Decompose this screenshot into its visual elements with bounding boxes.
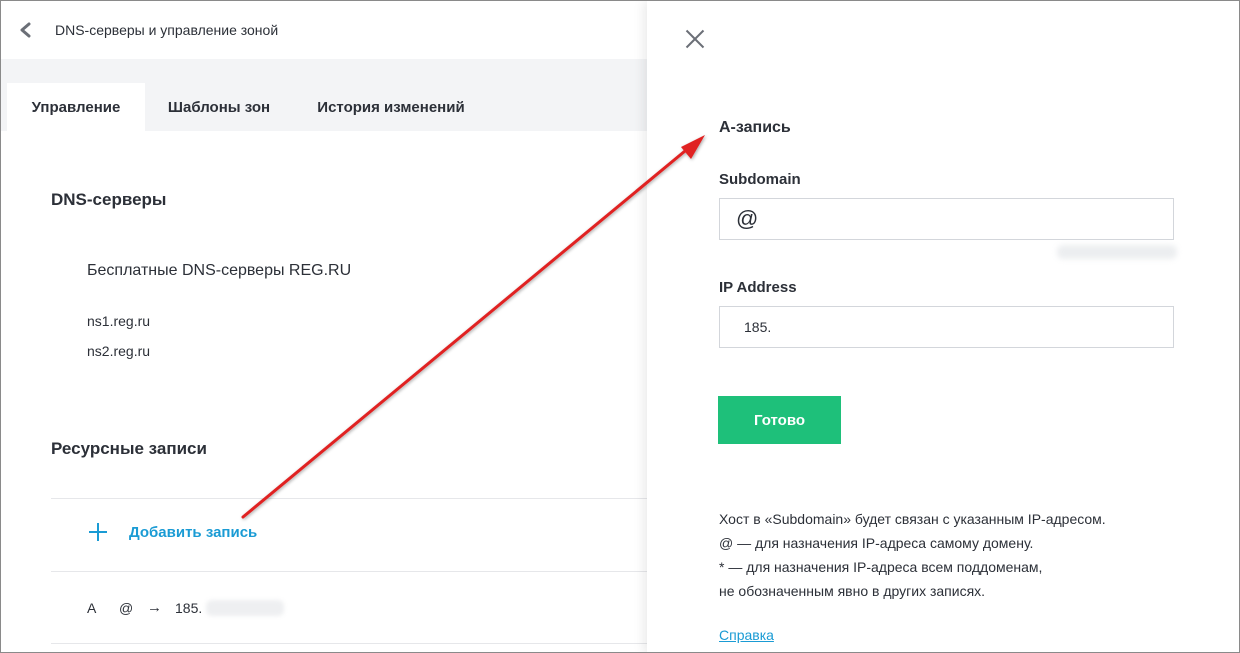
- dns-servers-heading: DNS-серверы: [51, 190, 167, 209]
- nameserver-2: ns2.reg.ru: [87, 343, 151, 359]
- zone-management-page: DNS-серверы и управление зоной Управлени…: [1, 1, 647, 652]
- resource-records-heading: Ресурсные записи: [51, 439, 207, 458]
- panel-title: А-запись: [719, 119, 791, 136]
- tab-change-history[interactable]: История изменений: [301, 83, 481, 131]
- tab-bar: Управление Шаблоны зон История изменений: [1, 59, 647, 131]
- divider: [51, 643, 647, 644]
- close-icon[interactable]: [685, 29, 705, 49]
- nameserver-1: ns1.reg.ru: [87, 313, 151, 329]
- help-link[interactable]: Справка: [719, 627, 774, 643]
- tab-zone-templates[interactable]: Шаблоны зон: [149, 83, 289, 131]
- redacted-hint: [1057, 245, 1177, 259]
- divider: [51, 498, 647, 499]
- record-row[interactable]: A @ → 185.: [87, 599, 285, 616]
- subdomain-label: Subdomain: [719, 171, 801, 188]
- help-line: * — для назначения IP-адреса всем поддом…: [719, 559, 1043, 575]
- page-title: DNS-серверы и управление зоной: [55, 22, 279, 38]
- chevron-left-icon[interactable]: [17, 21, 35, 39]
- add-record-label: Добавить запись: [129, 523, 258, 541]
- divider: [51, 571, 647, 572]
- dns-provider-name: Бесплатные DNS-серверы REG.RU: [87, 262, 352, 279]
- ip-address-input[interactable]: [719, 306, 1174, 348]
- done-button[interactable]: Готово: [718, 396, 841, 444]
- tab-management[interactable]: Управление: [7, 83, 145, 131]
- top-bar: DNS-серверы и управление зоной: [1, 1, 647, 59]
- subdomain-input[interactable]: [719, 198, 1174, 240]
- redacted-ip: [206, 599, 285, 616]
- help-line: не обозначенным явно в других записях.: [719, 583, 986, 599]
- help-line: @ — для назначения IP-адреса самому доме…: [719, 535, 1034, 551]
- record-arrow: →: [147, 599, 162, 616]
- help-text: Хост в «Subdomain» будет связан с указан…: [719, 507, 1106, 603]
- record-type: A: [87, 599, 97, 616]
- plus-icon: [87, 521, 109, 543]
- ip-address-label: IP Address: [719, 279, 797, 296]
- add-record-button[interactable]: Добавить запись: [87, 521, 257, 543]
- record-value: 185.: [175, 599, 203, 616]
- help-line: Хост в «Subdomain» будет связан с указан…: [719, 511, 1106, 527]
- record-host: @: [119, 599, 134, 616]
- a-record-panel: А-запись Subdomain IP Address Готово Хос…: [647, 1, 1239, 652]
- screenshot-frame: DNS-серверы и управление зоной Управлени…: [0, 0, 1240, 653]
